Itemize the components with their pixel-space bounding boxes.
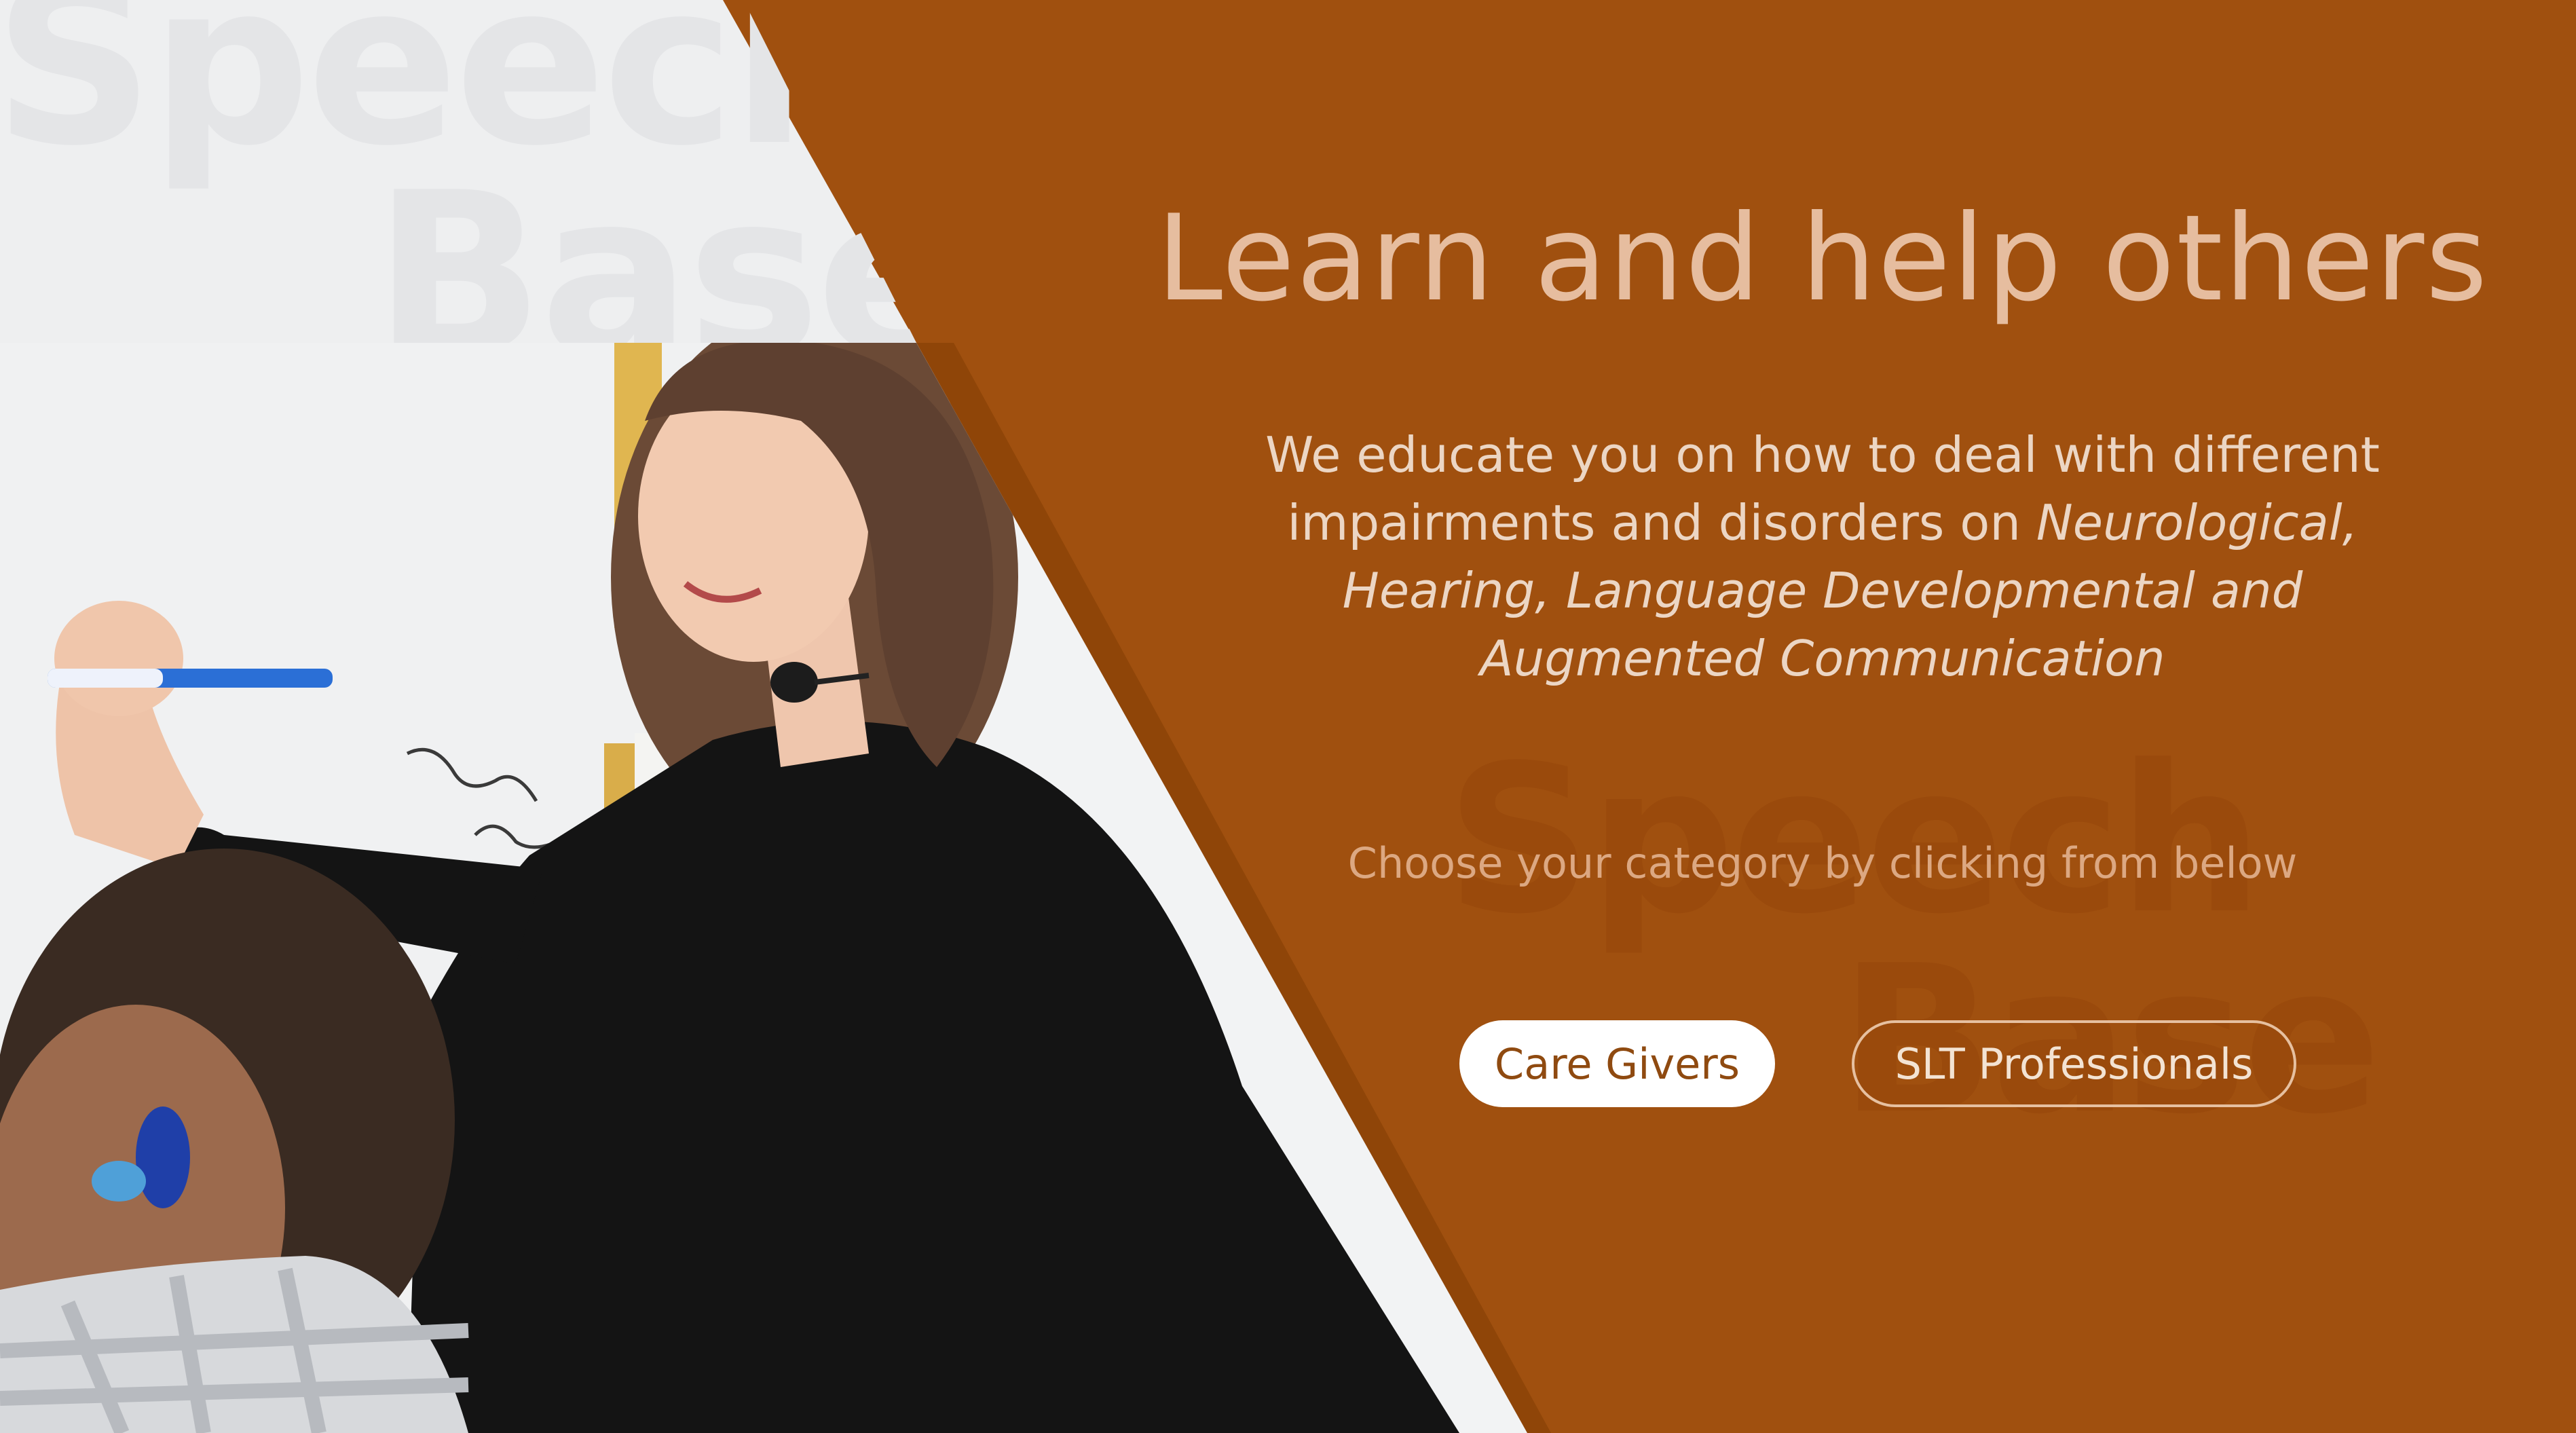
slt-professionals-button[interactable]: SLT Professionals <box>1852 1020 2296 1107</box>
hero-intro: We educate you on how to deal with diffe… <box>1208 421 2437 692</box>
care-givers-button[interactable]: Care Givers <box>1459 1020 1775 1107</box>
hero-page: Speech Base Speech Base Learn and help o… <box>0 0 2576 1433</box>
category-prompt: Choose your category by clicking from be… <box>1347 838 2298 888</box>
hero-title: Learn and help others <box>1156 190 2489 328</box>
watermark-top: Speech Base <box>0 0 916 343</box>
